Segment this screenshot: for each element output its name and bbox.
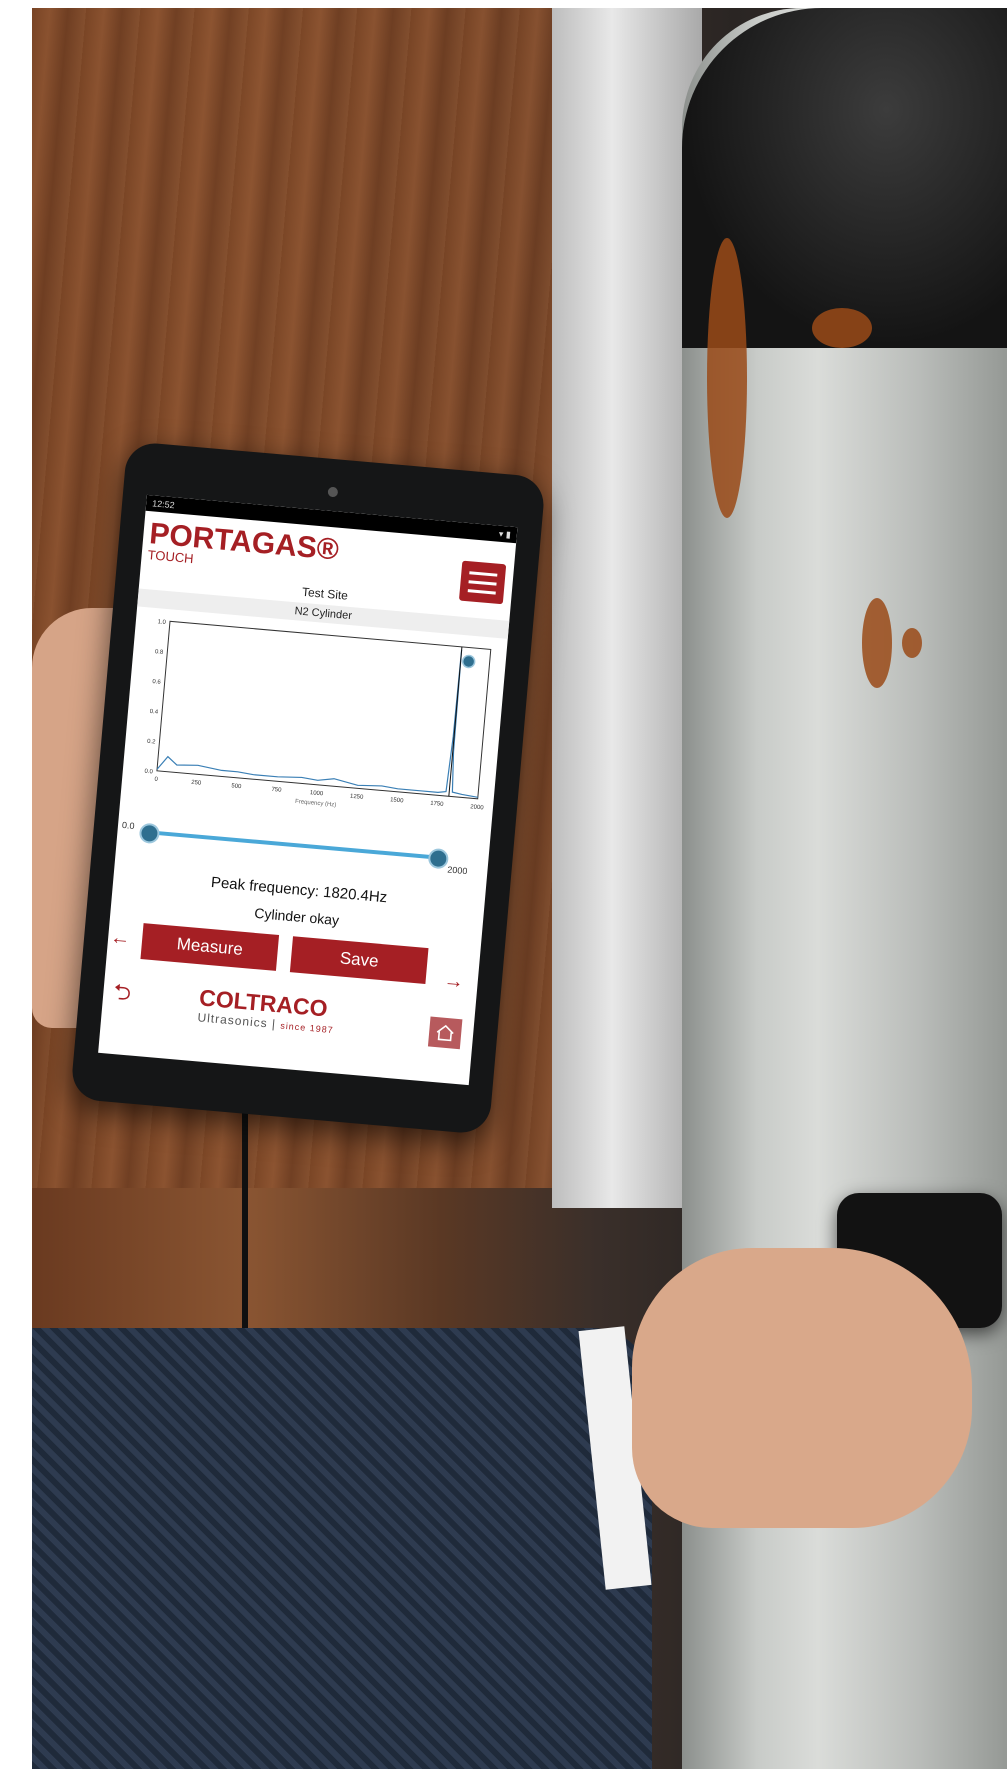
arrow-left-icon[interactable]: ← [109,926,131,951]
y-tick-label: 1.0 [157,619,166,626]
usb-cable [242,1098,248,1358]
rust-patch [902,628,922,658]
status-time: 12:52 [151,498,176,511]
slider-max-label: 2000 [446,864,468,877]
x-tick-label: 250 [191,780,202,787]
rust-patch [862,598,892,688]
brand-since: since 1987 [279,1020,335,1036]
plot-frame [156,620,492,800]
measure-button[interactable]: Measure [140,923,280,971]
arrow-right-icon[interactable]: → [443,970,465,995]
y-tick-label: 0.2 [147,739,156,746]
slider-min-knob[interactable] [138,822,161,845]
x-axis-label: Frequency (Hz) [295,799,337,809]
y-tick-label: 0.4 [149,709,158,716]
peak-marker-line [448,646,463,797]
tablet-device: 12:52 ▾ ▮ PORTAGAS® TOUCH Test Site N2 C… [70,440,546,1136]
y-tick-label: 0.8 [155,649,164,656]
home-icon [436,1024,454,1042]
save-button[interactable]: Save [289,936,429,984]
x-tick-label: 1000 [310,790,324,797]
background-pipe [552,8,702,1208]
x-tick-label: 2000 [470,804,484,811]
hamburger-menu-button[interactable] [458,560,507,605]
tablet-screen: 12:52 ▾ ▮ PORTAGAS® TOUCH Test Site N2 C… [98,494,518,1086]
x-tick-label: 0 [154,777,159,783]
x-tick-label: 1500 [390,797,404,804]
home-button[interactable] [427,1016,463,1050]
x-tick-label: 500 [231,783,242,790]
x-tick-label: 1750 [430,801,444,808]
menu-line [468,579,497,586]
frequency-chart: 0.0 0.2 0.4 0.6 0.8 1.0 0 250 500 750 1000 1250 1500… [120,606,508,838]
right-hand [632,1248,972,1528]
chart-svg: 0.0 0.2 0.4 0.6 0.8 1.0 0 250 500 750 1000 1250 1500… [144,619,492,811]
x-tick-label: 750 [271,787,282,794]
slider-min-label: 0.0 [121,819,135,832]
spectrum-line [156,649,478,798]
jacket-sleeve [32,1328,652,1769]
signal-icon: ▾ ▮ [498,528,512,540]
y-tick-label: 0.0 [144,769,153,776]
x-tick-label: 1250 [350,794,364,801]
y-tick-label: 0.6 [152,679,161,686]
peak-handle [461,654,476,669]
slider-max-knob[interactable] [427,847,450,870]
app-logo-sub: TOUCH [147,547,195,567]
rust-patch [707,238,747,518]
menu-line [467,588,496,595]
slider-track [147,830,437,860]
rust-patch [812,308,872,348]
back-icon[interactable]: ⮌ [112,975,133,1014]
menu-line [469,570,498,577]
